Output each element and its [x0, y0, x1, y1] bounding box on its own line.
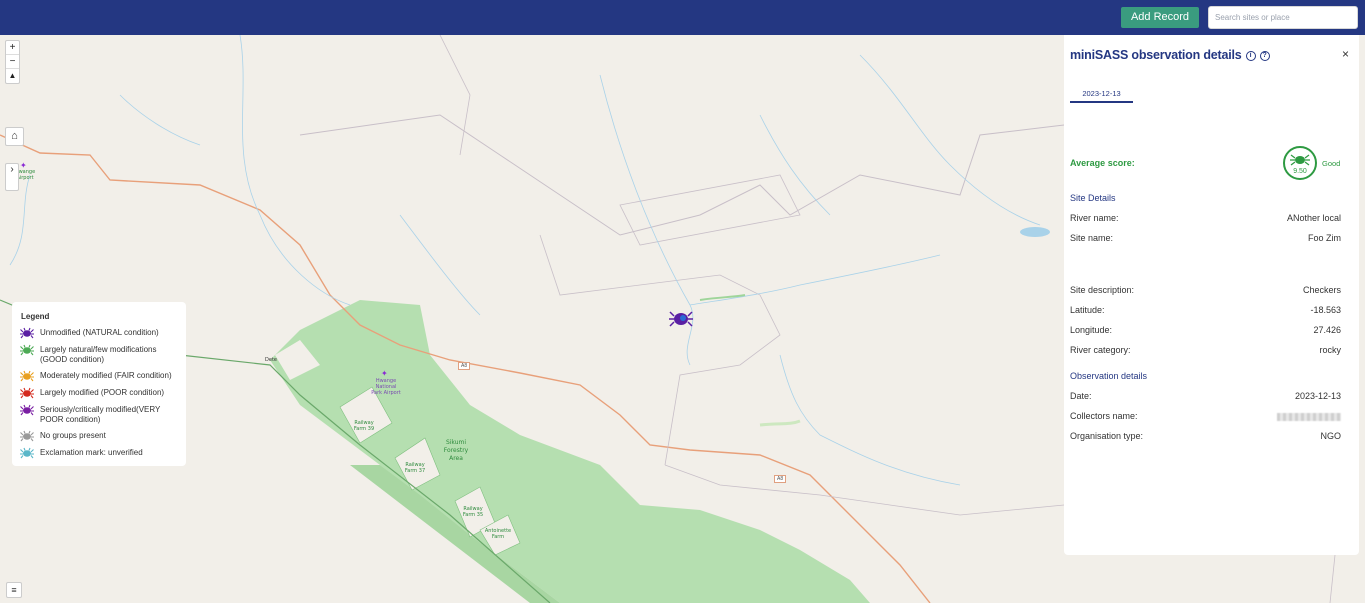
crab-icon [20, 344, 34, 356]
site-details-heading: Site Details [1070, 193, 1116, 203]
zoom-out-button[interactable]: − [6, 55, 19, 69]
legend-item: No groups present [20, 430, 178, 442]
search-input[interactable] [1208, 6, 1358, 29]
tab-observation-date[interactable]: 2023-12-13 [1070, 89, 1133, 103]
legend-item-label: Largely natural/few modifications (GOOD … [40, 345, 157, 364]
crab-icon [20, 370, 34, 382]
legend-item-label: No groups present [40, 431, 106, 440]
detail-value: 27.426 [1313, 325, 1341, 335]
legend-item: Seriously/critically modified(VERY POOR … [20, 404, 178, 425]
detail-value: NGO [1320, 431, 1341, 441]
home-icon[interactable]: ⌂ [5, 127, 24, 146]
legend-item: Largely natural/few modifications (GOOD … [20, 344, 178, 365]
legend-title: Legend [21, 312, 50, 321]
crab-icon [20, 327, 34, 339]
top-navbar: Add Record [0, 0, 1365, 35]
panel-title-text: miniSASS observation details [1070, 48, 1242, 62]
farm-label: Antoinette Farm [484, 528, 512, 540]
town-label-dete: Dete [265, 357, 277, 363]
detail-value: Checkers [1302, 285, 1341, 295]
detail-label: Collectors name: [1070, 411, 1138, 421]
observation-details-heading: Observation details [1070, 371, 1148, 381]
farm-label: Railway Farm 39 [353, 420, 375, 432]
detail-value: -18.563 [1310, 305, 1341, 315]
farm-label: Railway Farm 37 [404, 462, 426, 474]
crab-icon [20, 447, 34, 459]
map-legend: Legend Unmodified (NATURAL condition) Lar… [12, 302, 186, 466]
zoom-control: + − ▲ [5, 40, 20, 84]
info-icon[interactable]: i [1245, 50, 1256, 61]
detail-label: Longitude: [1070, 325, 1113, 335]
redacted-value [1277, 411, 1341, 421]
legend-item: Largely modified (POOR condition) [20, 387, 178, 399]
legend-item-label: Seriously/critically modified(VERY POOR … [40, 405, 161, 424]
average-score-value: 9.50 [1293, 168, 1307, 175]
observation-details-panel: miniSASS observation details i? × 2023-12… [1064, 35, 1359, 555]
detail-label: Date: [1070, 391, 1092, 401]
close-icon[interactable]: × [1342, 47, 1349, 61]
detail-label: Site name: [1070, 233, 1114, 243]
detail-label: Latitude: [1070, 305, 1105, 315]
panel-title: miniSASS observation details i? [1070, 48, 1270, 62]
crab-icon [20, 387, 34, 399]
crab-icon [20, 430, 34, 442]
svg-text:✦: ✦ [381, 369, 388, 378]
reset-north-button[interactable]: ▲ [6, 69, 19, 83]
detail-label: River name: [1070, 213, 1119, 223]
legend-item-label: Unmodified (NATURAL condition) [40, 328, 159, 337]
average-condition: Good [1322, 159, 1341, 168]
legend-item: Moderately modified (FAIR condition) [20, 370, 178, 382]
airport-label-national-park: Hwange National Park Airport [371, 378, 401, 396]
average-score-label: Average score: [1070, 158, 1135, 168]
legend-item-label: Moderately modified (FAIR condition) [40, 371, 172, 380]
road-shield-a8: A8 [458, 362, 471, 370]
detail-label: Organisation type: [1070, 431, 1144, 441]
legend-item-label: Exclamation mark: unverified [40, 448, 143, 457]
legend-item: Exclamation mark: unverified [20, 447, 178, 459]
detail-value: 2023-12-13 [1294, 391, 1341, 401]
zoom-in-button[interactable]: + [6, 41, 19, 55]
detail-label: River category: [1070, 345, 1131, 355]
layers-icon[interactable]: ≡ [6, 582, 22, 598]
sidebar-toggle-chevron-icon[interactable]: › [5, 163, 19, 191]
add-record-button[interactable]: Add Record [1121, 7, 1199, 28]
road-shield-a8: A8 [774, 475, 787, 483]
legend-item: Unmodified (NATURAL condition) [20, 327, 178, 339]
crab-icon [20, 404, 34, 416]
legend-item-label: Largely modified (POOR condition) [40, 388, 165, 397]
average-score-badge: 9.50 [1283, 146, 1317, 180]
observation-marker-crab-icon [669, 311, 693, 327]
forestry-area-label: Sikumi Forestry Area [443, 439, 469, 462]
farm-label: Railway Farm 35 [462, 506, 484, 518]
detail-value: rocky [1319, 345, 1341, 355]
help-icon[interactable]: ? [1259, 50, 1270, 61]
detail-value: Foo Zim [1307, 233, 1341, 243]
detail-label: Site description: [1070, 285, 1135, 295]
detail-value: ANother local [1286, 213, 1341, 223]
